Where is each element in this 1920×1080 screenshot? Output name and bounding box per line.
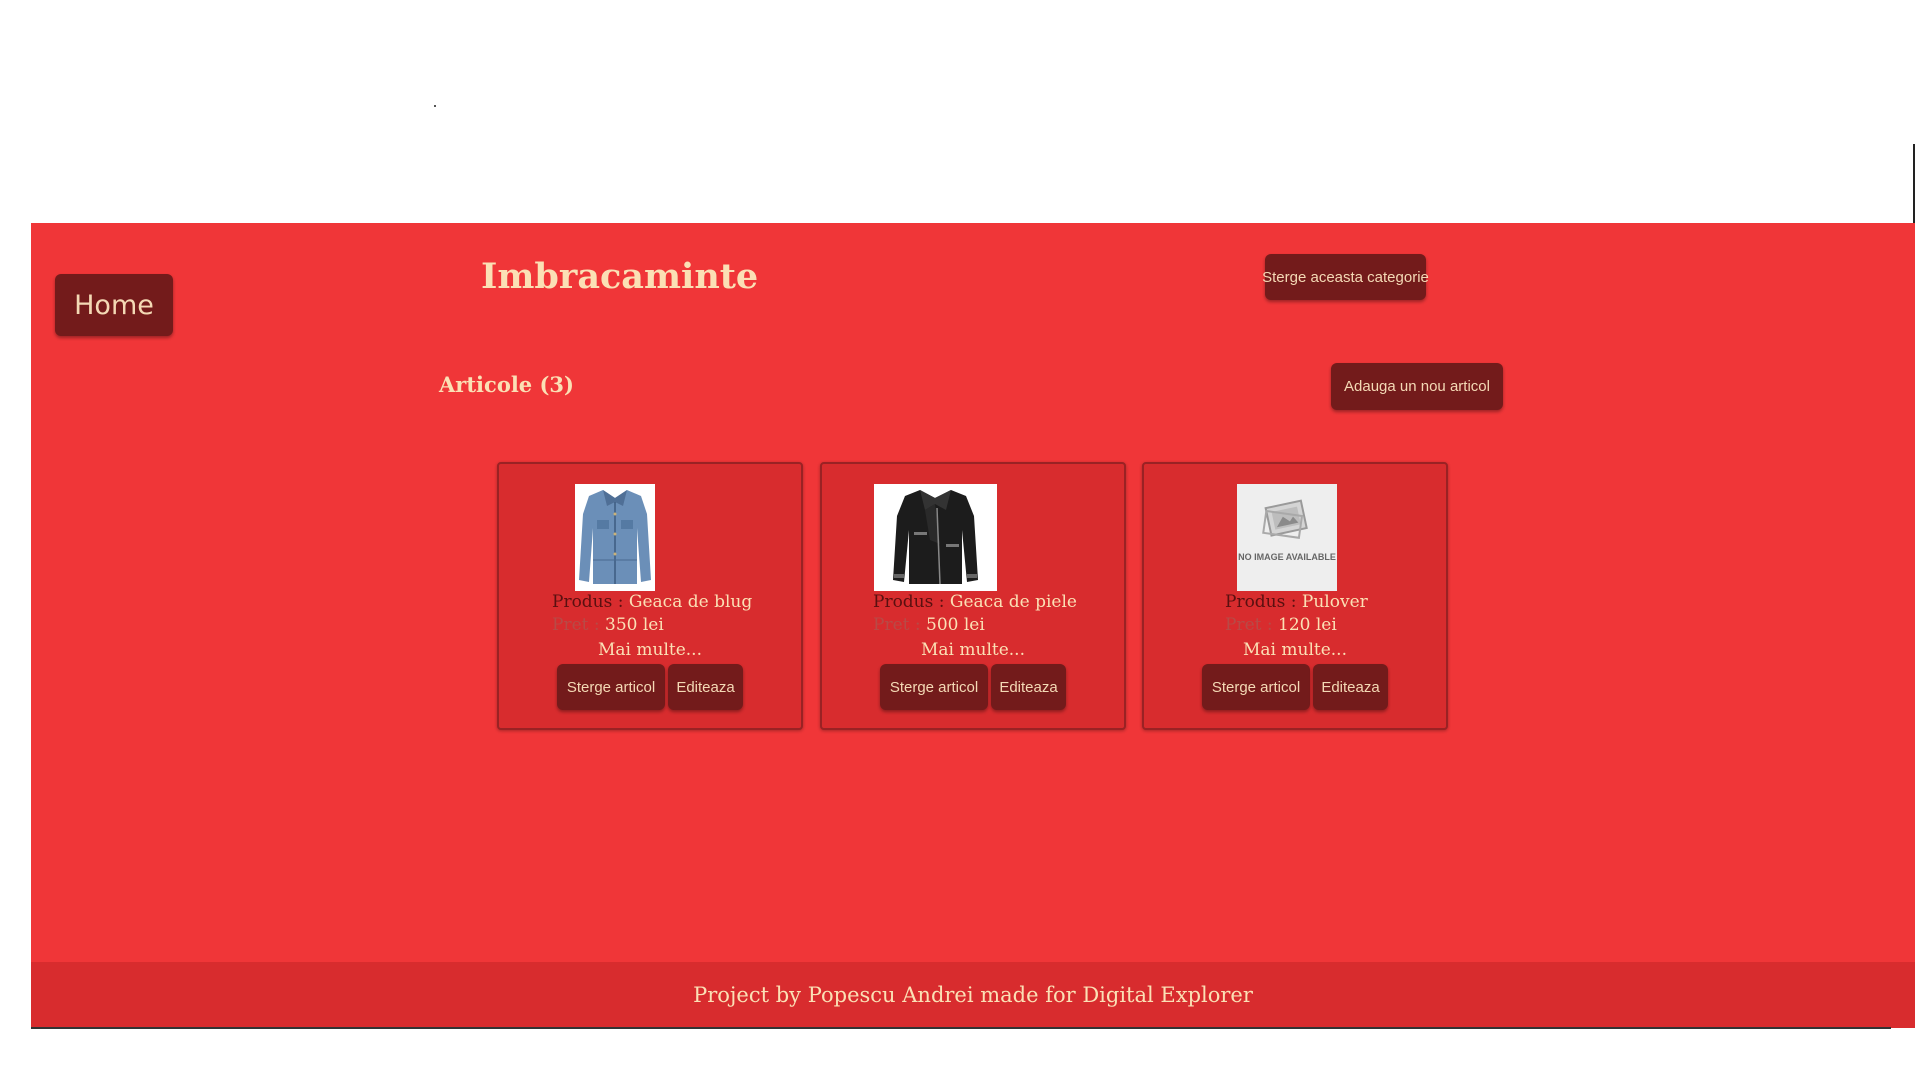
product-price: 500 lei: [926, 615, 985, 635]
price-label: Pret :: [552, 615, 600, 635]
bottom-divider: [31, 1027, 1891, 1029]
product-line: Produs : Geaca de piele: [873, 592, 1077, 612]
price-label: Pret :: [873, 615, 921, 635]
more-link[interactable]: Mai multe...: [499, 640, 801, 660]
articles-heading: Articole (3): [439, 372, 574, 397]
article-card: Produs : Geaca de piele Pret : 500 lei M…: [820, 462, 1126, 730]
footer: Project by Popescu Andrei made for Digit…: [31, 962, 1915, 1028]
delete-category-button[interactable]: Sterge aceasta categorie: [1262, 254, 1429, 300]
article-card: Produs : Geaca de blug Pret : 350 lei Ma…: [497, 462, 803, 730]
leather-jacket-icon: [874, 484, 997, 591]
stray-dot: [434, 105, 436, 107]
edit-article-button[interactable]: Editeaza: [668, 664, 743, 710]
more-link[interactable]: Mai multe...: [822, 640, 1124, 660]
price-label: Pret :: [1225, 615, 1273, 635]
delete-article-button[interactable]: Sterge articol: [557, 664, 665, 710]
product-label: Produs :: [873, 592, 945, 612]
add-article-button[interactable]: Adauga un nou articol: [1331, 363, 1503, 410]
product-label: Produs :: [552, 592, 624, 612]
edit-article-button[interactable]: Editeaza: [991, 664, 1066, 710]
edit-article-button[interactable]: Editeaza: [1313, 664, 1388, 710]
denim-jacket-icon: [575, 484, 655, 591]
product-price: 120 lei: [1278, 615, 1337, 635]
more-link[interactable]: Mai multe...: [1144, 640, 1446, 660]
price-line: Pret : 120 lei: [1225, 615, 1337, 635]
product-name: Pulover: [1301, 592, 1368, 612]
product-line: Produs : Pulover: [1225, 592, 1368, 612]
delete-article-button[interactable]: Sterge articol: [880, 664, 988, 710]
footer-text: Project by Popescu Andrei made for Digit…: [693, 983, 1253, 1007]
product-line: Produs : Geaca de blug: [552, 592, 752, 612]
price-line: Pret : 500 lei: [873, 615, 985, 635]
price-line: Pret : 350 lei: [552, 615, 664, 635]
product-name: Geaca de piele: [949, 592, 1077, 612]
page: Home Imbracaminte Sterge aceasta categor…: [0, 0, 1920, 1080]
product-price: 350 lei: [605, 615, 664, 635]
category-title: Imbracaminte: [481, 256, 759, 297]
article-card: NO IMAGE AVAILABLE Produs : Pulover Pret…: [1142, 462, 1448, 730]
no-image-placeholder-icon: NO IMAGE AVAILABLE: [1237, 484, 1337, 591]
no-image-text: NO IMAGE AVAILABLE: [1238, 552, 1336, 562]
product-name: Geaca de blug: [628, 592, 753, 612]
edge-divider: [1913, 144, 1915, 224]
home-button[interactable]: Home: [55, 274, 173, 336]
delete-article-button[interactable]: Sterge articol: [1202, 664, 1310, 710]
product-label: Produs :: [1225, 592, 1297, 612]
